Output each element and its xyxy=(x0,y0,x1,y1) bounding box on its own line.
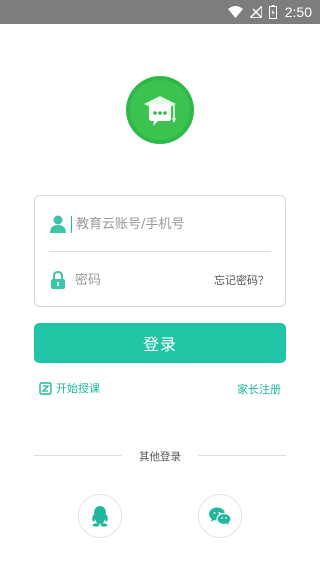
login-card: 忘记密码？ xyxy=(34,195,286,307)
status-bar: 2:50 xyxy=(0,0,320,24)
wifi-icon xyxy=(227,6,243,18)
app-logo xyxy=(126,76,194,144)
account-row xyxy=(35,196,285,252)
parent-register-link[interactable]: 家长注册 xyxy=(237,381,281,397)
forgot-password-link[interactable]: 忘记密码？ xyxy=(214,272,269,288)
status-icons: 2:50 xyxy=(227,3,312,21)
login-button[interactable]: 登录 xyxy=(34,323,286,363)
wechat-icon xyxy=(209,507,232,526)
text-cursor xyxy=(71,215,72,233)
user-icon xyxy=(50,215,66,233)
qq-login-button[interactable] xyxy=(78,494,122,538)
qq-icon xyxy=(92,506,108,527)
account-input[interactable] xyxy=(76,216,216,232)
password-row: 忘记密码？ xyxy=(35,252,285,308)
start-class-link[interactable]: 开始授课 xyxy=(39,380,100,396)
divider-right xyxy=(198,455,286,456)
lock-icon xyxy=(51,270,65,289)
status-time: 2:50 xyxy=(284,4,312,20)
signal-icon xyxy=(249,6,262,18)
start-class-label: 开始授课 xyxy=(56,382,100,395)
wechat-login-button[interactable] xyxy=(198,494,242,538)
class-icon xyxy=(39,381,52,395)
other-login-label: 其他登录 xyxy=(139,451,181,463)
password-input[interactable] xyxy=(75,272,215,288)
battery-icon xyxy=(268,5,277,19)
